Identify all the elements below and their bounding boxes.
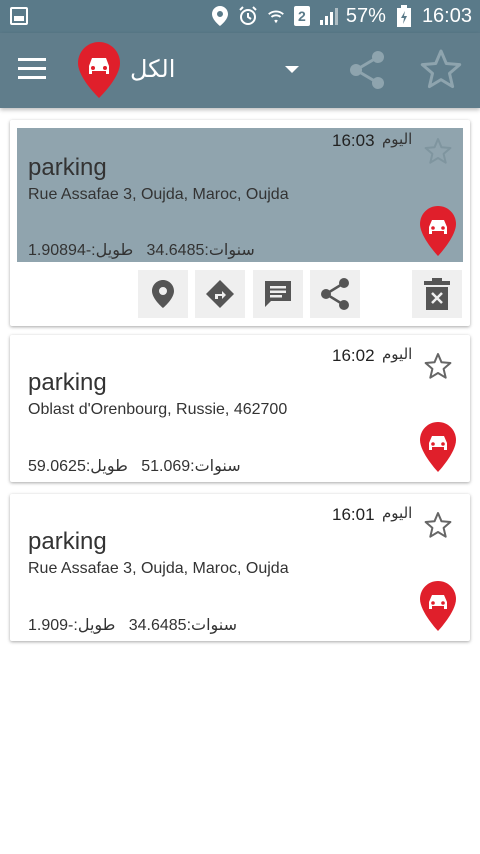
gallery-notification-icon bbox=[10, 7, 28, 25]
filter-title: الكل bbox=[130, 56, 176, 83]
car-location-pin[interactable] bbox=[420, 206, 456, 261]
clock: 16:03 bbox=[421, 4, 472, 27]
card-title: parking bbox=[28, 528, 107, 555]
card-day: اليوم bbox=[382, 131, 413, 148]
battery-percent: 57% bbox=[345, 4, 386, 27]
delete-button[interactable] bbox=[412, 270, 462, 318]
location-icon bbox=[210, 6, 230, 26]
delete-icon bbox=[424, 278, 450, 310]
filter-dropdown[interactable]: الكل bbox=[130, 53, 310, 89]
card-time: 16:01 bbox=[332, 505, 375, 524]
longitude-label: طويل: bbox=[91, 242, 134, 259]
message-button[interactable] bbox=[253, 270, 303, 318]
longitude-value: 59.0625 bbox=[28, 458, 86, 475]
alarm-icon bbox=[238, 6, 258, 26]
car-pin-icon bbox=[420, 581, 456, 631]
car-location-pin[interactable] bbox=[420, 581, 456, 636]
car-pin-icon bbox=[420, 422, 456, 472]
signal-icon bbox=[318, 6, 338, 26]
longitude-label: طويل: bbox=[73, 617, 116, 634]
battery-icon bbox=[394, 5, 414, 27]
card-favorite-button[interactable] bbox=[424, 352, 452, 385]
parking-card[interactable]: 16:02 اليوم parking Oblast d'Orenbourg, … bbox=[10, 335, 470, 482]
longitude-value: -1.90894 bbox=[28, 242, 92, 259]
show-on-map-button[interactable] bbox=[138, 270, 188, 318]
share-icon bbox=[321, 278, 349, 310]
card-coordinates: سنوات:34.6485 طويل:-1.90894 bbox=[28, 240, 255, 260]
car-pin-logo-icon bbox=[78, 42, 120, 103]
latitude-value: 51.069 bbox=[141, 458, 191, 475]
card-title: parking bbox=[28, 154, 107, 181]
message-icon bbox=[265, 281, 291, 307]
card-coordinates: سنوات:34.6485 طويل:-1.909 bbox=[28, 615, 237, 635]
card-favorite-button[interactable] bbox=[424, 137, 452, 170]
card-time: 16:02 bbox=[332, 346, 375, 365]
card-day: اليوم bbox=[382, 505, 413, 522]
star-outline-icon bbox=[424, 512, 452, 538]
card-actions bbox=[10, 266, 470, 322]
card-time: 16:03 bbox=[332, 131, 375, 150]
favorite-button[interactable] bbox=[420, 48, 462, 95]
star-outline-icon bbox=[424, 353, 452, 379]
directions-button[interactable] bbox=[195, 270, 245, 318]
card-address: Rue Assafae 3, Oujda, Maroc, Oujda bbox=[28, 186, 289, 203]
latitude-label: سنوات: bbox=[186, 617, 238, 634]
latitude-label: سنوات: bbox=[190, 458, 241, 475]
card-title: parking bbox=[28, 369, 107, 396]
wifi-icon bbox=[266, 6, 286, 26]
card-favorite-button[interactable] bbox=[424, 511, 452, 544]
latitude-value: 34.6485 bbox=[128, 617, 187, 634]
card-share-button[interactable] bbox=[310, 270, 360, 318]
card-coordinates: سنوات:51.069 طويل:59.0625 bbox=[28, 456, 241, 476]
sim-icon: 2 bbox=[293, 6, 310, 26]
app-bar: الكل bbox=[0, 33, 480, 108]
star-outline-icon bbox=[424, 138, 452, 164]
parking-card[interactable]: 16:03 اليوم parking Rue Assafae 3, Oujda… bbox=[10, 120, 470, 326]
latitude-label: سنوات: bbox=[204, 242, 255, 259]
directions-icon bbox=[206, 280, 234, 308]
status-bar: 2 57% 16:03 bbox=[0, 0, 480, 33]
latitude-value: 34.6485 bbox=[146, 242, 205, 259]
menu-button[interactable] bbox=[18, 58, 46, 82]
map-pin-icon bbox=[152, 280, 174, 308]
longitude-label: طويل: bbox=[85, 458, 128, 475]
share-icon bbox=[350, 51, 384, 89]
card-day: اليوم bbox=[382, 346, 413, 363]
share-button[interactable] bbox=[348, 50, 386, 95]
car-location-pin[interactable] bbox=[420, 422, 456, 477]
star-outline-icon bbox=[420, 49, 462, 89]
longitude-value: -1.909 bbox=[28, 617, 74, 634]
parking-card[interactable]: 16:01 اليوم parking Rue Assafae 3, Oujda… bbox=[10, 494, 470, 641]
dropdown-arrow-icon bbox=[285, 66, 299, 73]
card-address: Oblast d'Orenbourg, Russie, 462700 bbox=[28, 401, 288, 418]
menu-icon bbox=[18, 58, 46, 61]
car-pin-icon bbox=[420, 206, 456, 256]
card-address: Rue Assafae 3, Oujda, Maroc, Oujda bbox=[28, 560, 289, 577]
